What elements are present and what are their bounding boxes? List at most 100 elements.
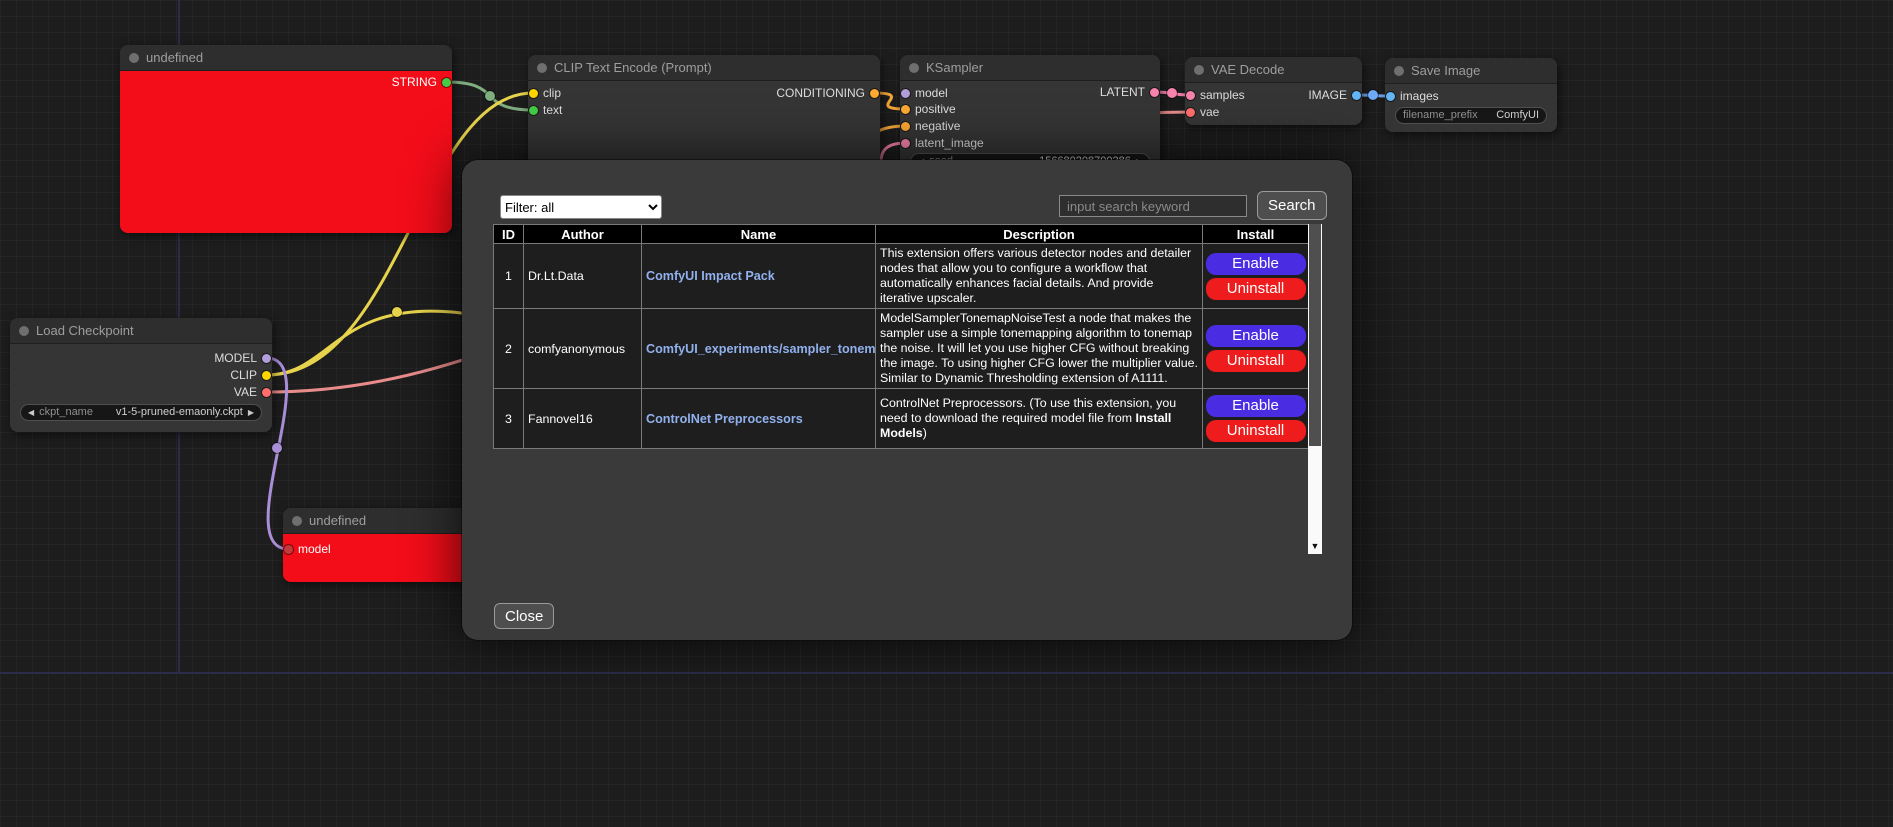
extension-row: 3 Fannovel16 ControlNet Preprocessors Co… xyxy=(494,389,1309,449)
node-title-bar[interactable]: Save Image xyxy=(1385,58,1557,84)
output-slot-label: LATENT xyxy=(1100,85,1145,99)
ext-name-link[interactable]: ControlNet Preprocessors xyxy=(646,412,803,426)
search-button[interactable]: Search xyxy=(1257,191,1327,220)
node-title-bar[interactable]: CLIP Text Encode (Prompt) xyxy=(528,55,880,81)
input-slot-label: images xyxy=(1400,89,1439,103)
node-save-image[interactable]: Save Image images filename_prefix ComfyU… xyxy=(1385,58,1557,132)
ext-install-cell: Enable Uninstall xyxy=(1203,244,1309,309)
scrollbar-thumb[interactable] xyxy=(1309,224,1321,446)
output-pin-conditioning[interactable] xyxy=(870,89,879,98)
input-pin-negative[interactable] xyxy=(901,122,910,131)
output-slot-label: CLIP xyxy=(230,368,257,382)
output-pin-clip[interactable] xyxy=(262,371,271,380)
output-pin-model[interactable] xyxy=(262,354,271,363)
output-pin-string[interactable] xyxy=(442,78,451,87)
collapse-dot-icon[interactable] xyxy=(19,326,29,336)
header-name: Name xyxy=(642,225,876,244)
collapse-dot-icon[interactable] xyxy=(537,63,547,73)
extension-table-body: 1 Dr.Lt.Data ComfyUI Impact Pack This ex… xyxy=(494,244,1309,449)
node-title-bar[interactable]: undefined xyxy=(283,508,483,534)
widget-value: v1-5-pruned-emaonly.ckpt xyxy=(116,405,243,420)
header-id: ID xyxy=(494,225,524,244)
filename-prefix-widget[interactable]: filename_prefix ComfyUI xyxy=(1395,107,1547,124)
filter-select[interactable]: Filter: all xyxy=(500,195,662,219)
collapse-dot-icon[interactable] xyxy=(1194,65,1204,75)
search-input[interactable] xyxy=(1059,195,1247,217)
node-body: MODEL CLIP VAE ◀ ckpt_name v1-5-pruned-e… xyxy=(10,344,272,432)
node-undefined-top[interactable]: undefined STRING xyxy=(120,45,452,233)
increment-arrow-icon[interactable]: ▶ xyxy=(248,405,254,420)
scroll-down-arrow-icon[interactable]: ▼ xyxy=(1308,539,1322,554)
link-midpoint-dot xyxy=(1368,90,1378,100)
input-pin-model[interactable] xyxy=(284,545,293,554)
input-slot-vae: vae xyxy=(1185,104,1362,120)
decrement-arrow-icon[interactable]: ◀ xyxy=(28,405,34,420)
node-title-bar[interactable]: Load Checkpoint xyxy=(10,318,272,344)
ckpt-name-widget[interactable]: ◀ ckpt_name v1-5-pruned-emaonly.ckpt ▶ xyxy=(20,404,262,421)
ext-name-link[interactable]: ComfyUI Impact Pack xyxy=(646,269,775,283)
close-button[interactable]: Close xyxy=(494,603,554,629)
node-load-checkpoint[interactable]: Load Checkpoint MODEL CLIP VAE ◀ ckpt_na… xyxy=(10,318,272,432)
ext-description: This extension offers various detector n… xyxy=(876,244,1203,309)
link-midpoint-dot xyxy=(485,91,495,101)
uninstall-button[interactable]: Uninstall xyxy=(1206,278,1306,300)
link-midpoint-dot xyxy=(272,443,282,453)
output-pin-image[interactable] xyxy=(1352,91,1361,100)
node-title-bar[interactable]: VAE Decode xyxy=(1185,57,1362,83)
collapse-dot-icon[interactable] xyxy=(909,63,919,73)
input-slot-latent-image: latent_image xyxy=(900,135,1160,151)
output-slot-label: CONDITIONING xyxy=(776,86,865,100)
collapse-dot-icon[interactable] xyxy=(292,516,302,526)
ext-author: Fannovel16 xyxy=(524,389,642,449)
table-header-row: ID Author Name Description Install xyxy=(494,225,1309,244)
node-title: undefined xyxy=(146,50,203,65)
output-pin-latent[interactable] xyxy=(1150,88,1159,97)
enable-button[interactable]: Enable xyxy=(1206,395,1306,417)
ext-name-link[interactable]: ComfyUI_experiments/sampler_tonemap xyxy=(646,342,876,356)
output-slot-label: VAE xyxy=(234,385,257,399)
node-title-bar[interactable]: undefined xyxy=(120,45,452,71)
node-body: model xyxy=(283,534,483,582)
node-undefined-bottom[interactable]: undefined model xyxy=(283,508,483,582)
ext-install-cell: Enable Uninstall xyxy=(1203,389,1309,449)
table-scrollbar[interactable]: ▼ xyxy=(1308,224,1322,554)
enable-button[interactable]: Enable xyxy=(1206,325,1306,347)
widget-name: filename_prefix xyxy=(1403,108,1478,123)
input-pin-text[interactable] xyxy=(529,106,538,115)
output-slot-conditioning: CONDITIONING xyxy=(528,85,880,101)
ext-install-cell: Enable Uninstall xyxy=(1203,309,1309,389)
input-pin-positive[interactable] xyxy=(901,105,910,114)
node-body: samples vae IMAGE xyxy=(1185,83,1362,125)
ext-description: ControlNet Preprocessors. (To use this e… xyxy=(876,389,1203,449)
node-title: CLIP Text Encode (Prompt) xyxy=(554,60,712,75)
node-title: VAE Decode xyxy=(1211,62,1284,77)
ext-id: 2 xyxy=(494,309,524,389)
output-slot-vae: VAE xyxy=(10,384,272,400)
ext-id: 1 xyxy=(494,244,524,309)
uninstall-button[interactable]: Uninstall xyxy=(1206,420,1306,442)
header-install: Install xyxy=(1203,225,1309,244)
input-slot-label: vae xyxy=(1200,105,1219,119)
node-title: Save Image xyxy=(1411,63,1480,78)
input-pin-images[interactable] xyxy=(1386,92,1395,101)
extension-table-wrap: ID Author Name Description Install 1 Dr.… xyxy=(493,224,1322,554)
ext-author: Dr.Lt.Data xyxy=(524,244,642,309)
input-slot-model: model xyxy=(283,541,483,557)
uninstall-button[interactable]: Uninstall xyxy=(1206,350,1306,372)
output-slot-label: MODEL xyxy=(214,351,257,365)
node-title: Load Checkpoint xyxy=(36,323,134,338)
input-pin-vae[interactable] xyxy=(1186,108,1195,117)
node-title-bar[interactable]: KSampler xyxy=(900,55,1160,81)
collapse-dot-icon[interactable] xyxy=(129,53,139,63)
node-vae-decode[interactable]: VAE Decode samples vae IMAGE xyxy=(1185,57,1362,125)
input-slot-text: text xyxy=(528,102,880,118)
output-pin-vae[interactable] xyxy=(262,388,271,397)
input-slot-images: images xyxy=(1385,88,1557,104)
output-slot-label: IMAGE xyxy=(1308,88,1347,102)
enable-button[interactable]: Enable xyxy=(1206,253,1306,275)
ext-description: ModelSamplerTonemapNoiseTest a node that… xyxy=(876,309,1203,389)
collapse-dot-icon[interactable] xyxy=(1394,66,1404,76)
output-slot-latent: LATENT xyxy=(900,84,1160,100)
node-body: STRING xyxy=(120,71,452,233)
input-pin-latent-image[interactable] xyxy=(901,139,910,148)
